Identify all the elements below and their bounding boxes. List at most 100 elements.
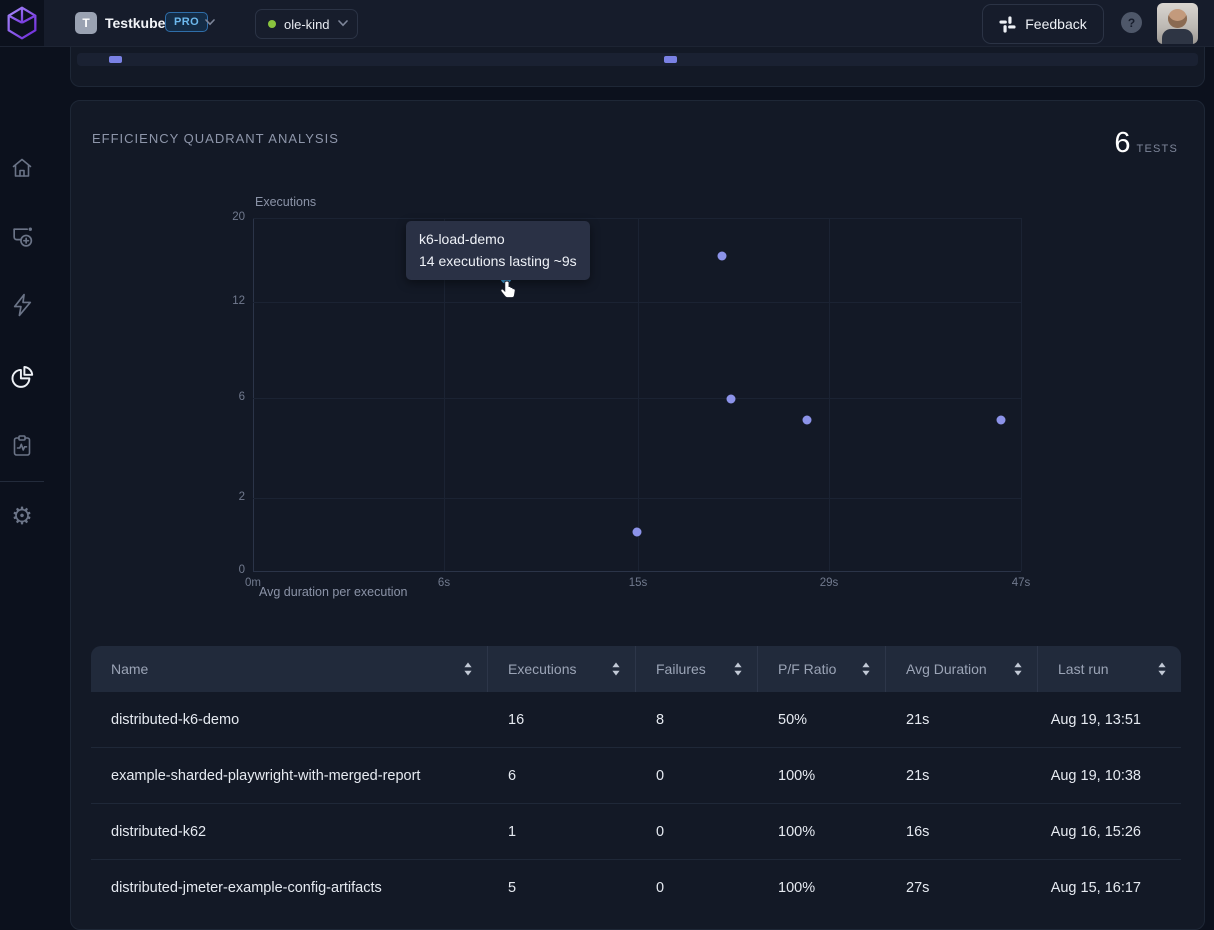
- lightning-icon: [10, 292, 35, 318]
- table-cell: 100%: [758, 748, 886, 803]
- table-cell: 50%: [758, 692, 886, 747]
- user-avatar[interactable]: [1157, 3, 1198, 44]
- tooltip-title: k6-load-demo: [419, 228, 577, 250]
- table-cell: 0: [636, 748, 758, 803]
- table-cell: Aug 16, 15:26: [1038, 804, 1181, 859]
- column-header-executions[interactable]: Executions: [488, 646, 636, 692]
- table-row[interactable]: distributed-k6-demo16850%21sAug 19, 13:5…: [91, 692, 1181, 747]
- sidebar-item-artifacts[interactable]: [9, 432, 35, 458]
- scatter-point[interactable]: [718, 252, 727, 261]
- sort-icon: [733, 662, 743, 676]
- help-button[interactable]: ?: [1121, 12, 1142, 33]
- table-row[interactable]: example-sharded-playwright-with-merged-r…: [91, 747, 1181, 803]
- pro-plan-badge: PRO: [165, 12, 208, 32]
- sidebar-item-tests[interactable]: [9, 223, 35, 249]
- gridline-horizontal: [253, 571, 1021, 572]
- slack-icon: [999, 16, 1016, 33]
- add-test-icon: [10, 224, 35, 249]
- y-tick-label: 6: [203, 391, 245, 403]
- table-cell: 5: [488, 860, 636, 915]
- sidebar-item-triggers[interactable]: [9, 292, 35, 318]
- org-name: Testkube: [105, 15, 165, 31]
- sort-icon: [463, 662, 473, 676]
- tests-count-number: 6: [1114, 127, 1130, 160]
- feedback-label: Feedback: [1025, 16, 1086, 32]
- table-cell: 16s: [886, 804, 1038, 859]
- sidebar-divider: [0, 481, 44, 482]
- chart-fragment-bar: [109, 56, 122, 63]
- table-cell: distributed-k6-demo: [91, 692, 488, 747]
- scatter-point[interactable]: [997, 415, 1006, 424]
- column-header-avg-duration[interactable]: Avg Duration: [886, 646, 1038, 692]
- table-cell: 0: [636, 804, 758, 859]
- gridline-horizontal: [253, 398, 1021, 399]
- table-body: distributed-k6-demo16850%21sAug 19, 13:5…: [91, 692, 1181, 915]
- table-cell: Aug 19, 10:38: [1038, 748, 1181, 803]
- scatter-point[interactable]: [726, 395, 735, 404]
- x-tick-label: 0m: [245, 577, 261, 589]
- tooltip-subtitle: 14 executions lasting ~9s: [419, 250, 577, 272]
- column-header-last-run[interactable]: Last run: [1038, 646, 1181, 692]
- sort-icon: [1157, 662, 1167, 676]
- environment-name: ole-kind: [284, 17, 330, 32]
- chart-fragment-band: [77, 53, 1198, 66]
- org-chevron-down-icon[interactable]: [205, 19, 214, 28]
- x-tick-label: 47s: [1012, 577, 1031, 589]
- panel-title: EFFICIENCY QUADRANT ANALYSIS: [92, 131, 339, 146]
- x-tick-label: 15s: [629, 577, 648, 589]
- y-axis-title: Executions: [255, 195, 316, 209]
- y-tick-label: 2: [203, 491, 245, 503]
- table-cell: Aug 19, 13:51: [1038, 692, 1181, 747]
- sort-icon: [861, 662, 871, 676]
- scatter-point[interactable]: [633, 528, 642, 537]
- table-cell: 21s: [886, 692, 1038, 747]
- sidebar-item-home[interactable]: [9, 155, 35, 181]
- column-header-failures[interactable]: Failures: [636, 646, 758, 692]
- feedback-button[interactable]: Feedback: [982, 4, 1104, 44]
- column-header-label: Name: [111, 661, 148, 677]
- column-header-name[interactable]: Name: [91, 646, 488, 692]
- tests-count: 6 TESTS: [1114, 127, 1178, 160]
- scatter-chart: k6-load-demo 14 executions lasting ~9s 0…: [253, 218, 1021, 571]
- efficiency-quadrant-panel: EFFICIENCY QUADRANT ANALYSIS 6 TESTS Exe…: [70, 100, 1205, 930]
- table-cell: example-sharded-playwright-with-merged-r…: [91, 748, 488, 803]
- testkube-logo-icon: [6, 5, 38, 41]
- table-row[interactable]: distributed-k6210100%16sAug 16, 15:26: [91, 803, 1181, 859]
- table-cell: 100%: [758, 804, 886, 859]
- column-header-label: Failures: [656, 661, 706, 677]
- column-header-p-f-ratio[interactable]: P/F Ratio: [758, 646, 886, 692]
- table-cell: 8: [636, 692, 758, 747]
- chart-tooltip: k6-load-demo 14 executions lasting ~9s: [406, 221, 590, 280]
- sidebar-item-insights-active[interactable]: [9, 364, 35, 390]
- table-cell: Aug 15, 16:17: [1038, 860, 1181, 915]
- environment-status-dot: [268, 20, 276, 28]
- table-cell: 0: [636, 860, 758, 915]
- gridline-horizontal: [253, 302, 1021, 303]
- tests-count-label: TESTS: [1137, 143, 1178, 155]
- x-tick-label: 6s: [438, 577, 450, 589]
- table-cell: 16: [488, 692, 636, 747]
- chart-fragment-bar: [664, 56, 677, 63]
- environment-chevron-down-icon: [338, 20, 347, 29]
- app-logo[interactable]: [0, 0, 44, 46]
- previous-panel-fragment: [70, 46, 1205, 87]
- sidebar-item-settings[interactable]: ⚙: [9, 503, 35, 529]
- home-icon: [10, 156, 34, 180]
- y-tick-label: 12: [203, 295, 245, 307]
- table-cell: distributed-jmeter-example-config-artifa…: [91, 860, 488, 915]
- pie-chart-icon: [9, 364, 35, 390]
- sort-icon: [1013, 662, 1023, 676]
- sort-icon: [611, 662, 621, 676]
- x-tick-label: 29s: [820, 577, 839, 589]
- table-header-row: Name Executions Failures P/F Ratio Avg Durat…: [91, 646, 1181, 692]
- environment-selector[interactable]: ole-kind: [255, 9, 358, 39]
- scatter-point[interactable]: [802, 415, 811, 424]
- y-tick-label: 20: [203, 211, 245, 223]
- column-header-label: Last run: [1058, 661, 1109, 677]
- column-header-label: Avg Duration: [906, 661, 987, 677]
- tests-table: Name Executions Failures P/F Ratio Avg Durat…: [91, 646, 1181, 915]
- top-bar: T Testkube PRO ole-kind Feedback ?: [0, 0, 1214, 47]
- table-row[interactable]: distributed-jmeter-example-config-artifa…: [91, 859, 1181, 915]
- org-avatar[interactable]: T: [75, 12, 97, 34]
- test-report-icon: [10, 433, 34, 458]
